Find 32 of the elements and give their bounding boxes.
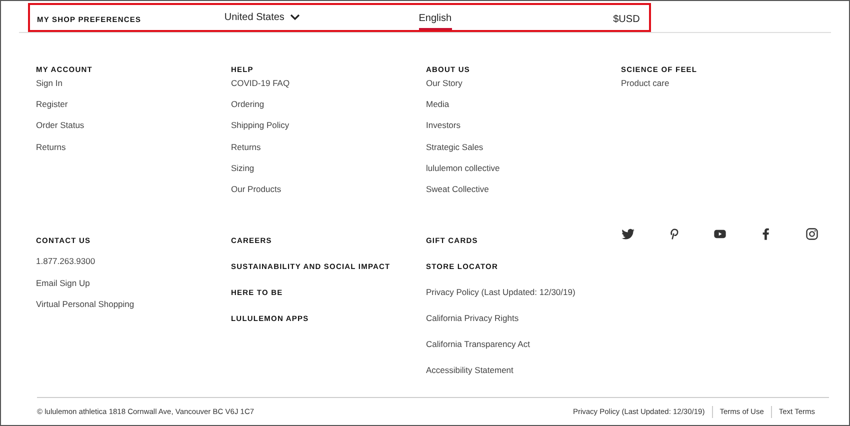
footer-link[interactable]: Order Status xyxy=(36,120,84,132)
footer-link[interactable]: Investors xyxy=(426,120,460,132)
footer-link[interactable]: Ordering xyxy=(231,98,264,110)
footer-link[interactable]: Register xyxy=(36,98,68,110)
footer-link[interactable]: Email Sign Up xyxy=(36,278,90,288)
footer-link[interactable]: California Privacy Rights xyxy=(426,313,519,324)
footer-link[interactable]: Sign In xyxy=(36,78,62,89)
footer-link[interactable]: Media xyxy=(426,98,450,110)
footer-link[interactable]: Strategic Sales xyxy=(426,142,484,153)
footer-link[interactable]: Our Story xyxy=(426,78,462,89)
footer-link[interactable]: Privacy Policy (Last Updated: 12/30/19) xyxy=(426,287,576,298)
footer-link[interactable]: Product care xyxy=(621,78,670,89)
footer-link[interactable]: COVID-19 FAQ xyxy=(231,78,290,89)
footer-link[interactable]: Shipping Policy xyxy=(231,120,290,132)
footer-link[interactable]: Returns xyxy=(231,142,261,153)
language-option[interactable]: English xyxy=(418,11,452,30)
social-link[interactable] xyxy=(805,227,819,242)
footer-link[interactable]: California Transparency Act xyxy=(426,339,530,350)
footer-link[interactable]: 1.877.263.9300 xyxy=(36,256,96,266)
footer-link[interactable]: Sweat Collective xyxy=(426,184,489,196)
footer-link[interactable]: Virtual Personal Shopping xyxy=(36,299,134,310)
footer-link[interactable]: Accessibility Statement xyxy=(426,365,514,376)
footer-link[interactable]: Our Products xyxy=(231,184,282,196)
footer-link[interactable]: Returns xyxy=(36,142,66,153)
twitter-bird-icon xyxy=(621,227,635,242)
footer-link[interactable]: lululemon collective xyxy=(426,162,500,174)
social-link[interactable] xyxy=(621,227,635,242)
chevron-down-icon xyxy=(290,14,300,21)
currency-option[interactable]: $USD xyxy=(613,12,640,26)
camera-icon xyxy=(805,227,819,242)
country-selector[interactable]: United States xyxy=(224,10,300,25)
footer-link[interactable]: Sizing xyxy=(231,162,254,174)
